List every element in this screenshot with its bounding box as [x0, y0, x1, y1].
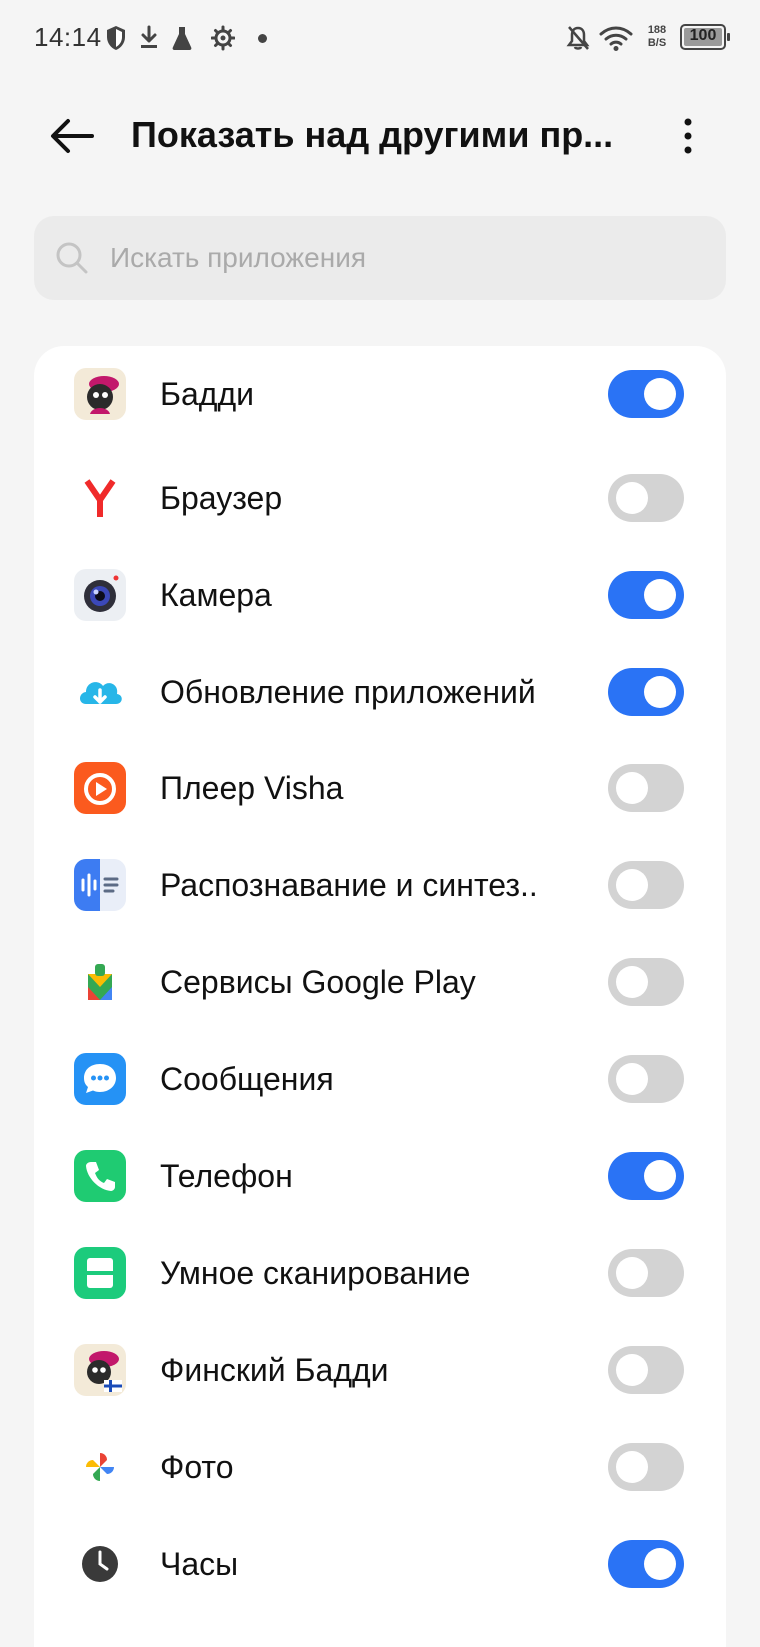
- list-item[interactable]: Бадди: [34, 346, 726, 442]
- app-list: Бадди Браузер Камера Обновление приложен…: [34, 346, 726, 1647]
- screen: 14:14 188 B/S 100 Показать над другими п…: [0, 0, 760, 1647]
- app-name: Браузер: [160, 480, 283, 516]
- toggle-switch[interactable]: [608, 571, 684, 619]
- search-bar[interactable]: [34, 216, 726, 300]
- camera-icon: [74, 569, 126, 621]
- toggle-switch[interactable]: [608, 668, 684, 716]
- more-vert-icon: [684, 118, 692, 154]
- status-time: 14:14: [34, 22, 102, 52]
- more-options-button[interactable]: [664, 108, 712, 164]
- toggle-switch[interactable]: [608, 1152, 684, 1200]
- yandex-browser-icon: [74, 472, 126, 524]
- list-item[interactable]: Фото: [34, 1419, 726, 1515]
- app-name: Финский Бадди: [160, 1352, 389, 1388]
- google-play-services-icon: [74, 956, 126, 1008]
- app-name: Камера: [160, 577, 272, 613]
- app-name: Телефон: [160, 1158, 293, 1194]
- photos-icon: [74, 1441, 126, 1493]
- toggle-switch[interactable]: [608, 1540, 684, 1588]
- list-item[interactable]: Плеер Visha: [34, 740, 726, 836]
- buddy-icon: [74, 368, 126, 420]
- bell-off-icon: [566, 24, 590, 52]
- gear-icon: [210, 24, 236, 52]
- clock-icon: [74, 1538, 126, 1590]
- toggle-switch[interactable]: [608, 958, 684, 1006]
- speech-recognition-icon: [74, 859, 126, 911]
- wifi-icon: [598, 24, 634, 52]
- list-item[interactable]: Телефон: [34, 1128, 726, 1224]
- app-update-icon: [74, 666, 126, 718]
- network-speed-unit: B/S: [647, 37, 667, 49]
- toggle-switch[interactable]: [608, 1443, 684, 1491]
- list-item[interactable]: Сервисы Google Play: [34, 934, 726, 1030]
- list-item[interactable]: Распознавание и синтез..: [34, 837, 726, 933]
- toggle-switch[interactable]: [608, 1055, 684, 1103]
- list-item[interactable]: Камера: [34, 547, 726, 643]
- smart-scan-icon: [74, 1247, 126, 1299]
- search-input[interactable]: [110, 216, 700, 300]
- flask-icon: [170, 24, 194, 52]
- finnish-buddy-icon: [74, 1344, 126, 1396]
- network-speed: 188 B/S: [642, 24, 672, 50]
- arrow-left-icon: [51, 119, 94, 153]
- status-bar: 14:14 188 B/S 100: [0, 0, 760, 76]
- back-button[interactable]: [40, 108, 104, 164]
- toggle-switch[interactable]: [608, 1249, 684, 1297]
- download-icon: [137, 24, 161, 52]
- list-item[interactable]: Часы: [34, 1516, 726, 1612]
- battery-icon: 100: [680, 24, 730, 50]
- network-speed-value: 188: [647, 24, 667, 36]
- page-title: Показать над другими пр...: [131, 114, 614, 155]
- app-name: Умное сканирование: [160, 1255, 471, 1291]
- toggle-switch[interactable]: [608, 1346, 684, 1394]
- toggle-switch[interactable]: [608, 861, 684, 909]
- list-item[interactable]: Браузер: [34, 450, 726, 546]
- app-name: Распознавание и синтез..: [160, 867, 538, 903]
- app-name: Сервисы Google Play: [160, 964, 476, 1000]
- search-icon: [56, 242, 88, 274]
- notification-dot-icon: [258, 34, 267, 43]
- app-name: Плеер Visha: [160, 770, 344, 806]
- toggle-switch[interactable]: [608, 474, 684, 522]
- list-item[interactable]: Умное сканирование: [34, 1225, 726, 1321]
- app-name: Фото: [160, 1449, 234, 1485]
- toggle-switch[interactable]: [608, 370, 684, 418]
- list-item[interactable]: Сообщения: [34, 1031, 726, 1127]
- battery-level: 100: [689, 27, 717, 44]
- toggle-switch[interactable]: [608, 764, 684, 812]
- app-name: Сообщения: [160, 1061, 334, 1097]
- messages-icon: [74, 1053, 126, 1105]
- shield-icon: [104, 24, 128, 52]
- app-name: Часы: [160, 1546, 239, 1582]
- visha-player-icon: [74, 762, 126, 814]
- app-bar: Показать над другими пр...: [0, 96, 760, 176]
- list-item[interactable]: Финский Бадди: [34, 1322, 726, 1418]
- app-name: Обновление приложений: [160, 674, 536, 710]
- list-item[interactable]: Обновление приложений: [34, 644, 726, 740]
- phone-icon: [74, 1150, 126, 1202]
- app-name: Бадди: [160, 376, 255, 412]
